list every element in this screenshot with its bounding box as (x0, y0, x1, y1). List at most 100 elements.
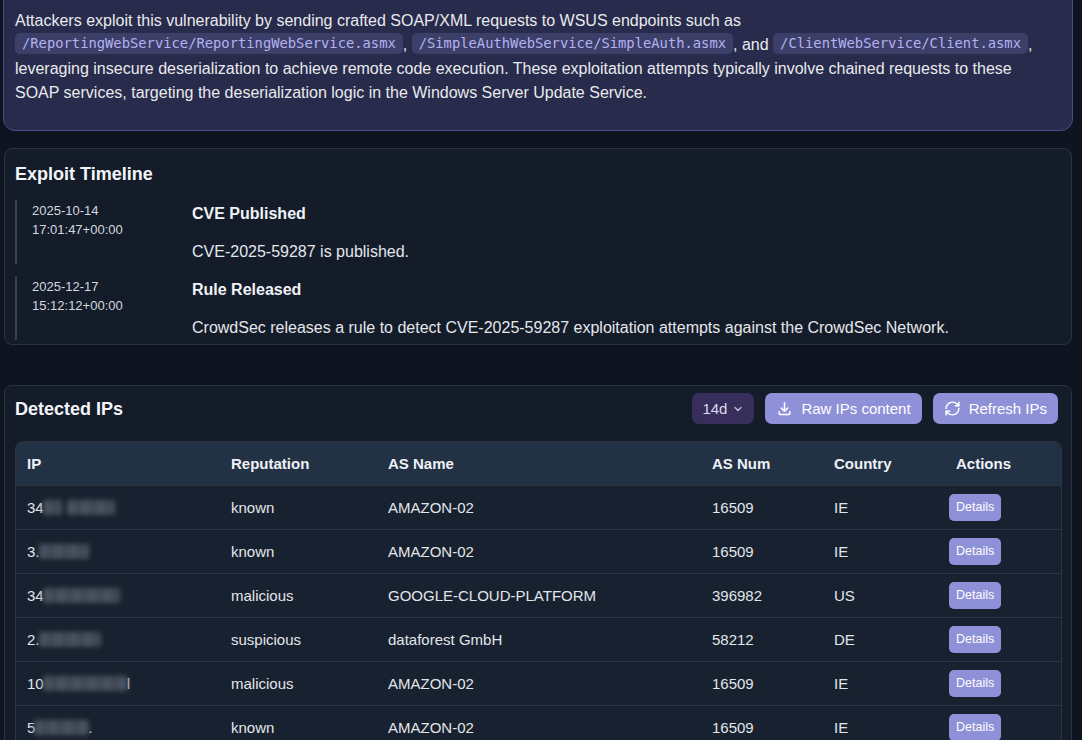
table-row: 3. known AMAZON-02 16509 IE Details (16, 529, 1061, 573)
details-button[interactable]: Details (949, 538, 1001, 565)
ip-cell: 2. (16, 617, 220, 661)
column-header-reputation: Reputation (220, 442, 377, 485)
raw-ips-content-button[interactable]: Raw IPs content (765, 393, 921, 424)
actions-cell: Details (945, 529, 1061, 573)
separator-text: , and (733, 36, 769, 53)
actions-cell: Details (945, 573, 1061, 617)
actions-cell: Details (945, 485, 1061, 529)
timeline-event-time: 15:12:12+00:00 (32, 296, 192, 315)
refresh-ips-label: Refresh IPs (969, 400, 1047, 417)
redacted-ip-segment (39, 632, 101, 647)
ip-prefix: 34 (27, 499, 44, 516)
redacted-ip-segment (43, 588, 120, 603)
column-header-ip: IP (16, 442, 220, 485)
table-header-row: IP Reputation AS Name AS Num Country Act… (16, 442, 1061, 485)
detected-ips-table: IP Reputation AS Name AS Num Country Act… (15, 441, 1062, 740)
country-cell: IE (823, 661, 945, 705)
chevron-down-icon (732, 403, 744, 415)
exploit-timeline-title: Exploit Timeline (15, 165, 1057, 183)
country-cell: US (823, 573, 945, 617)
country-cell: IE (823, 485, 945, 529)
endpoint-code-1: /ReportingWebService/ReportingWebService… (15, 33, 403, 54)
as-num-cell: 396982 (701, 573, 823, 617)
as-num-cell: 58212 (701, 617, 823, 661)
details-button[interactable]: Details (949, 670, 1001, 697)
redacted-ip-segment (67, 500, 115, 515)
timeline-event-description: CVE-2025-59287 is published. (192, 240, 409, 264)
column-header-actions: Actions (945, 442, 1061, 485)
period-select-value: 14d (702, 400, 727, 417)
ip-prefix: 34 (27, 587, 44, 604)
timeline-event-title: Rule Released (192, 278, 949, 302)
exploit-timeline-card: Exploit Timeline 2025-10-14 17:01:47+00:… (4, 148, 1072, 345)
timeline-event-description: CrowdSec releases a rule to detect CVE-2… (192, 316, 949, 340)
timeline-event-date: 2025-10-14 (32, 201, 192, 220)
column-header-country: Country (823, 442, 945, 485)
ip-cell: 3. (16, 529, 220, 573)
as-num-cell: 16509 (701, 485, 823, 529)
timeline-event: 2025-12-17 15:12:12+00:00 Rule Released … (15, 276, 1057, 340)
table-row: 34 malicious GOOGLE-CLOUD-PLATFORM 39698… (16, 573, 1061, 617)
redacted-ip-segment (43, 500, 62, 515)
as-name-cell: AMAZON-02 (377, 529, 701, 573)
as-num-cell: 16509 (701, 661, 823, 705)
period-select[interactable]: 14d (692, 393, 754, 424)
country-cell: DE (823, 617, 945, 661)
download-icon (776, 400, 793, 417)
detected-ips-title: Detected IPs (15, 400, 123, 418)
reputation-cell: known (220, 705, 377, 740)
endpoint-code-3: /ClientWebService/Client.asmx (773, 33, 1028, 54)
as-name-cell: dataforest GmbH (377, 617, 701, 661)
actions-cell: Details (945, 661, 1061, 705)
timeline-event-datetime: 2025-12-17 15:12:12+00:00 (32, 276, 192, 340)
redacted-ip-segment (34, 720, 89, 735)
details-button[interactable]: Details (949, 494, 1001, 521)
ip-cell: 34 (16, 485, 220, 529)
as-num-cell: 16509 (701, 529, 823, 573)
country-cell: IE (823, 705, 945, 740)
timeline-event-datetime: 2025-10-14 17:01:47+00:00 (32, 200, 192, 264)
separator-text: , (403, 36, 407, 53)
table-row: 2. suspicious dataforest GmbH 58212 DE D… (16, 617, 1061, 661)
timeline-event-title: CVE Published (192, 202, 409, 226)
ip-cell: 10l (16, 661, 220, 705)
country-cell: IE (823, 529, 945, 573)
timeline-event-date: 2025-12-17 (32, 277, 192, 296)
as-num-cell: 16509 (701, 705, 823, 740)
ip-prefix: 3. (27, 543, 40, 560)
as-name-cell: GOOGLE-CLOUD-PLATFORM (377, 573, 701, 617)
reputation-cell: malicious (220, 573, 377, 617)
description-line-2: /ReportingWebService/ReportingWebService… (15, 33, 1061, 58)
details-button[interactable]: Details (949, 626, 1001, 653)
table-row: 10l malicious AMAZON-02 16509 IE Details (16, 661, 1061, 705)
raw-ips-content-label: Raw IPs content (801, 400, 910, 417)
table-row: 5. known AMAZON-02 16509 IE Details (16, 705, 1061, 740)
reputation-cell: malicious (220, 661, 377, 705)
details-button[interactable]: Details (949, 582, 1001, 609)
ip-cell: 34 (16, 573, 220, 617)
table-row: 34 known AMAZON-02 16509 IE Details (16, 485, 1061, 529)
as-name-cell: AMAZON-02 (377, 661, 701, 705)
as-name-cell: AMAZON-02 (377, 705, 701, 740)
description-line-1: Attackers exploit this vulnerability by … (15, 9, 1061, 33)
endpoint-code-2: /SimpleAuthWebService/SimpleAuth.asmx (412, 33, 733, 54)
timeline-event-time: 17:01:47+00:00 (32, 220, 192, 239)
redacted-ip-segment (39, 544, 89, 559)
ip-prefix: 10 (27, 675, 44, 692)
as-name-cell: AMAZON-02 (377, 485, 701, 529)
detected-ips-header: Detected IPs 14d Raw IPs content Refresh… (15, 393, 1058, 424)
vulnerability-description-panel: Attackers exploit this vulnerability by … (3, 0, 1073, 131)
timeline-entries: 2025-10-14 17:01:47+00:00 CVE Published … (15, 200, 1057, 340)
details-button[interactable]: Details (949, 714, 1001, 740)
description-line-4: SOAP services, targeting the deserializa… (15, 81, 1061, 105)
actions-cell: Details (945, 617, 1061, 661)
redacted-ip-segment (43, 676, 128, 691)
refresh-ips-button[interactable]: Refresh IPs (933, 393, 1058, 424)
ip-prefix: 2. (27, 631, 40, 648)
detected-ips-card: Detected IPs 14d Raw IPs content Refresh… (4, 385, 1072, 740)
description-line-3: leveraging insecure deserialization to a… (15, 57, 1061, 81)
refresh-icon (944, 400, 961, 417)
actions-cell: Details (945, 705, 1061, 740)
column-header-as-name: AS Name (377, 442, 701, 485)
column-header-as-num: AS Num (701, 442, 823, 485)
